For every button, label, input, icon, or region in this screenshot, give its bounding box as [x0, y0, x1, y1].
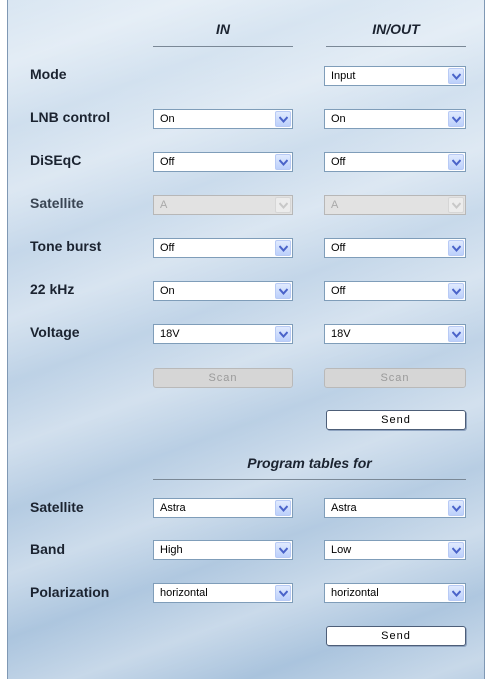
- polarization-select-inout-value: horizontal: [331, 587, 379, 599]
- mode-select-inout-value: Input: [331, 70, 356, 82]
- program-satellite-select-in-value: Astra: [160, 502, 186, 514]
- lnb-control-select-inout-value: On: [331, 113, 346, 125]
- voltage-select-inout[interactable]: 18V: [324, 324, 466, 344]
- chevron-down-icon[interactable]: [275, 542, 291, 558]
- column-header-in: IN: [216, 21, 230, 37]
- polarization-select-in-value: horizontal: [160, 587, 208, 599]
- 22khz-select-in-value: On: [160, 285, 175, 297]
- chevron-down-icon[interactable]: [275, 500, 291, 516]
- program-satellite-label: Satellite: [30, 499, 84, 515]
- diseqc-select-inout-value: Off: [331, 156, 346, 168]
- program-satellite-select-inout-value: Astra: [331, 502, 357, 514]
- mode-select-inout[interactable]: Input: [324, 66, 466, 86]
- program-tables-heading: Program tables for: [247, 455, 372, 471]
- lnb-control-label: LNB control: [30, 109, 111, 125]
- satellite-label: Satellite: [30, 195, 84, 211]
- send-button-program[interactable]: Send: [326, 626, 466, 646]
- chevron-down-icon[interactable]: [275, 283, 291, 299]
- tone-burst-select-in-value: Off: [160, 242, 175, 254]
- tone-burst-label: Tone burst: [30, 238, 102, 254]
- chevron-down-icon[interactable]: [448, 68, 464, 84]
- tone-burst-select-in[interactable]: Off: [153, 238, 293, 258]
- satellite-select-inout: A: [324, 195, 466, 215]
- chevron-down-icon: [448, 197, 464, 213]
- diseqc-select-inout[interactable]: Off: [324, 152, 466, 172]
- diseqc-select-in[interactable]: Off: [153, 152, 293, 172]
- chevron-down-icon[interactable]: [448, 111, 464, 127]
- 22khz-select-in[interactable]: On: [153, 281, 293, 301]
- tone-burst-select-inout[interactable]: Off: [324, 238, 466, 258]
- header-divider-inout: [326, 46, 466, 47]
- satellite-select-in-value: A: [160, 199, 168, 211]
- chevron-down-icon[interactable]: [448, 154, 464, 170]
- column-header-inout: IN/OUT: [372, 21, 420, 37]
- program-satellite-select-inout[interactable]: Astra: [324, 498, 466, 518]
- scan-button-inout: Scan: [324, 368, 466, 388]
- tone-burst-select-inout-value: Off: [331, 242, 346, 254]
- scan-button-in: Scan: [153, 368, 293, 388]
- voltage-select-in-value: 18V: [160, 328, 180, 340]
- program-satellite-select-in[interactable]: Astra: [153, 498, 293, 518]
- band-label: Band: [30, 541, 65, 557]
- diseqc-label: DiSEqC: [30, 152, 82, 168]
- satellite-select-inout-value: A: [331, 199, 339, 211]
- lnb-control-select-inout[interactable]: On: [324, 109, 466, 129]
- 22khz-label: 22 kHz: [30, 281, 75, 297]
- lnb-control-select-in-value: On: [160, 113, 175, 125]
- chevron-down-icon[interactable]: [448, 283, 464, 299]
- chevron-down-icon[interactable]: [275, 154, 291, 170]
- chevron-down-icon[interactable]: [275, 326, 291, 342]
- band-select-inout[interactable]: Low: [324, 540, 466, 560]
- chevron-down-icon[interactable]: [448, 326, 464, 342]
- settings-panel: IN IN/OUT Mode Input LNB control On On D…: [7, 0, 485, 679]
- chevron-down-icon[interactable]: [448, 585, 464, 601]
- band-select-in-value: High: [160, 544, 183, 556]
- satellite-select-in: A: [153, 195, 293, 215]
- voltage-label: Voltage: [30, 324, 80, 340]
- 22khz-select-inout-value: Off: [331, 285, 346, 297]
- send-button-settings[interactable]: Send: [326, 410, 466, 430]
- chevron-down-icon: [275, 197, 291, 213]
- chevron-down-icon[interactable]: [275, 111, 291, 127]
- lnb-control-select-in[interactable]: On: [153, 109, 293, 129]
- header-divider-in: [153, 46, 293, 47]
- voltage-select-inout-value: 18V: [331, 328, 351, 340]
- chevron-down-icon[interactable]: [448, 240, 464, 256]
- program-tables-divider: [153, 479, 466, 480]
- chevron-down-icon[interactable]: [275, 240, 291, 256]
- voltage-select-in[interactable]: 18V: [153, 324, 293, 344]
- band-select-in[interactable]: High: [153, 540, 293, 560]
- polarization-select-in[interactable]: horizontal: [153, 583, 293, 603]
- polarization-label: Polarization: [30, 584, 110, 600]
- chevron-down-icon[interactable]: [448, 500, 464, 516]
- chevron-down-icon[interactable]: [448, 542, 464, 558]
- diseqc-select-in-value: Off: [160, 156, 175, 168]
- chevron-down-icon[interactable]: [275, 585, 291, 601]
- 22khz-select-inout[interactable]: Off: [324, 281, 466, 301]
- band-select-inout-value: Low: [331, 544, 352, 556]
- mode-label: Mode: [30, 66, 67, 82]
- polarization-select-inout[interactable]: horizontal: [324, 583, 466, 603]
